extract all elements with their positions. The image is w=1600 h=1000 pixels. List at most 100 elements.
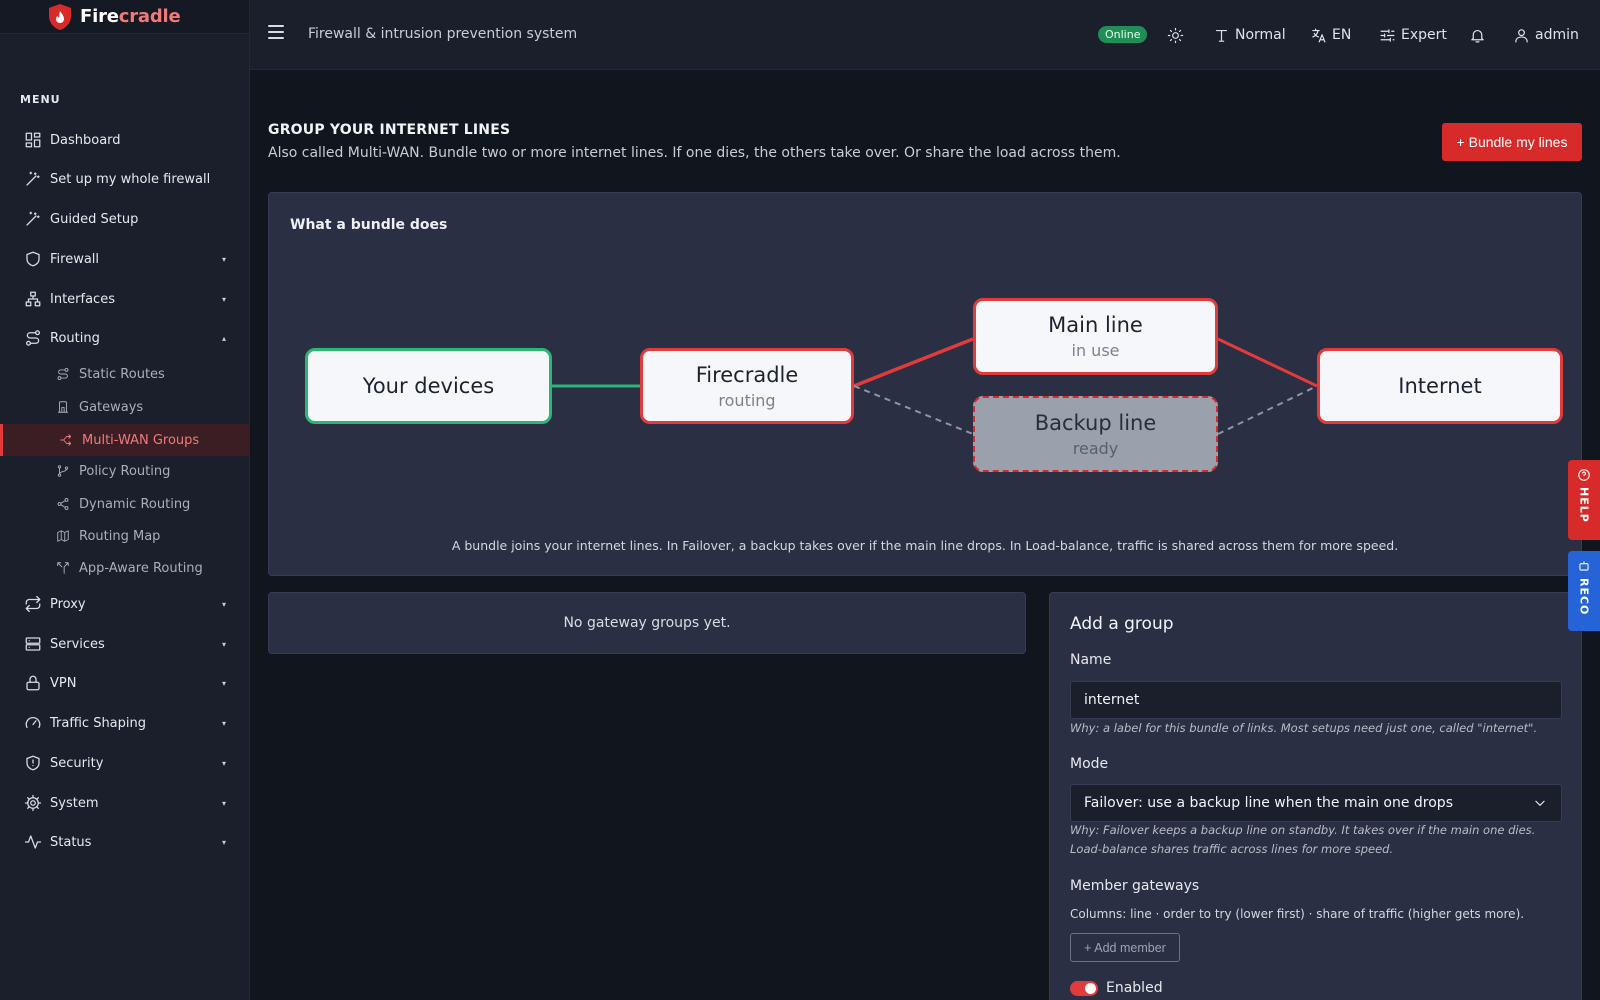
page-subtitle: Also called Multi-WAN. Bundle two or mor… [268, 145, 1121, 161]
mode-select[interactable]: Failover: use a backup line when the mai… [1070, 784, 1562, 822]
status-badge: Online [1098, 26, 1148, 43]
chevron-down-icon: ▾ [221, 758, 226, 768]
sidebar-item-traffic-shaping[interactable]: Traffic Shaping ▾ [0, 705, 250, 741]
sun-icon [1167, 27, 1184, 43]
robot-icon [1579, 561, 1589, 571]
sidebar-item-label: Firewall [50, 251, 100, 267]
dashboard-icon [24, 131, 42, 149]
sidebar-item-label: Proxy [50, 596, 86, 612]
chevron-up-icon: ▴ [221, 333, 226, 343]
sidebar-item-guided-setup[interactable]: Guided Setup [0, 201, 250, 237]
enabled-label: Enabled [1106, 980, 1163, 996]
magic-wand-icon [24, 170, 42, 188]
mode-button[interactable]: Expert [1379, 24, 1447, 46]
mode-select-value: Failover: use a backup line when the mai… [1084, 795, 1453, 811]
sidebar-item-setup-firewall[interactable]: Set up my whole firewall [0, 161, 250, 197]
chevron-down-icon: ▾ [221, 798, 226, 808]
enabled-toggle[interactable] [1070, 981, 1098, 996]
name-input[interactable] [1070, 681, 1562, 719]
sidebar-subitem-policy-routing[interactable]: Policy Routing [0, 456, 250, 486]
sidebar-item-interfaces[interactable]: Interfaces ▾ [0, 281, 250, 317]
bundle-diagram-card: What a bundle does Your devices Firecrad… [268, 192, 1582, 576]
members-label: Member gateways [1070, 878, 1200, 894]
share-icon [56, 497, 70, 511]
sidebar-subitem-static-routes[interactable]: Static Routes [0, 359, 250, 389]
sidebar-subitem-label: Policy Routing [79, 463, 171, 479]
sidebar-item-routing[interactable]: Routing ▴ [0, 320, 250, 356]
sidebar-subitem-label: Gateways [79, 399, 144, 415]
bundle-lines-button[interactable]: + Bundle my lines [1442, 123, 1582, 161]
sidebar-subitem-label: Multi-WAN Groups [82, 432, 200, 448]
brand-part2: cradle [118, 6, 181, 27]
sidebar-item-label: Services [50, 636, 105, 652]
sidebar-subitem-routing-map[interactable]: Routing Map [0, 521, 250, 551]
chevron-down-icon: ▾ [221, 678, 226, 688]
language-button[interactable]: EN [1310, 24, 1351, 46]
node-title: Firecradle [695, 362, 799, 387]
help-side-tab[interactable]: HELP [1568, 460, 1600, 540]
chevron-down-icon: ▾ [221, 837, 226, 847]
sidebar-item-label: Interfaces [50, 291, 115, 307]
sidebar-subitem-app-aware-routing[interactable]: App-Aware Routing [0, 553, 250, 583]
sidebar-subitem-gateways[interactable]: Gateways [0, 392, 250, 422]
reco-side-tab[interactable]: RECO [1568, 551, 1600, 631]
route-icon [24, 329, 42, 347]
sidebar-item-label: Dashboard [50, 132, 121, 148]
sidebar-subitem-label: Routing Map [79, 528, 161, 544]
chevron-down-icon [1535, 800, 1545, 807]
server-icon [24, 635, 42, 653]
toggle-knob [1085, 983, 1096, 994]
help-tab-label: HELP [1577, 487, 1591, 523]
reco-tab-label: RECO [1577, 578, 1591, 616]
sidebar-item-proxy[interactable]: Proxy ▾ [0, 586, 250, 622]
node-subtitle: routing [718, 390, 776, 410]
mode-label: Mode [1070, 756, 1109, 772]
sidebar-item-firewall[interactable]: Firewall ▾ [0, 241, 250, 277]
brand-name: Firecradle [80, 6, 181, 27]
page-title: GROUP YOUR INTERNET LINES [268, 122, 511, 138]
theme-toggle-button[interactable] [1167, 24, 1189, 46]
sidebar-item-label: Traffic Shaping [50, 715, 147, 731]
split-arrows-icon [56, 561, 70, 575]
sidebar-item-label: Guided Setup [50, 211, 139, 227]
node-title: Backup line [1034, 410, 1157, 435]
translate-icon [1312, 28, 1326, 42]
node-firecradle: Firecradle routing [640, 348, 854, 424]
sidebar-item-status[interactable]: Status ▾ [0, 824, 250, 860]
sidebar-subitem-multi-wan-groups[interactable]: Multi-WAN Groups [0, 424, 250, 456]
chevron-down-icon: ▾ [221, 254, 226, 264]
branch-icon [56, 464, 70, 478]
sidebar-subitem-label: App-Aware Routing [79, 560, 203, 576]
sidebar-item-vpn[interactable]: VPN ▾ [0, 665, 250, 701]
chevron-down-icon: ▾ [221, 718, 226, 728]
map-icon [56, 529, 70, 543]
sidebar-item-system[interactable]: System ▾ [0, 785, 250, 821]
notifications-button[interactable] [1469, 24, 1491, 46]
sidebar-item-label: Routing [50, 330, 100, 346]
brand[interactable]: Firecradle [0, 0, 249, 34]
sidebar-item-services[interactable]: Services ▾ [0, 626, 250, 662]
shield-alert-icon [24, 754, 42, 772]
members-columns-hint: Columns: line · order to try (lower firs… [1070, 907, 1525, 921]
hamburger-menu-icon[interactable] [268, 25, 284, 41]
user-icon [1515, 28, 1528, 42]
magic-wand-icon [24, 210, 42, 228]
sidebar-subitem-label: Dynamic Routing [79, 496, 191, 512]
menu-label: MENU [20, 93, 61, 106]
lock-icon [24, 674, 42, 692]
node-title: Internet [1398, 374, 1482, 398]
sidebar-item-security[interactable]: Security ▾ [0, 745, 250, 781]
topbar: Firewall & intrusion prevention system O… [250, 0, 1600, 70]
brand-part1: Fire [80, 6, 119, 27]
text-size-button[interactable]: Normal [1213, 24, 1286, 46]
sidebar-item-dashboard[interactable]: Dashboard [0, 122, 250, 158]
sliders-icon [1380, 28, 1395, 42]
user-menu-button[interactable]: admin [1513, 24, 1579, 46]
sidebar-item-label: System [50, 795, 99, 811]
mode-help: Why: Failover keeps a backup line on sta… [1070, 823, 1536, 856]
node-backup-line: Backup line ready [973, 396, 1218, 472]
sidebar-subitem-dynamic-routing[interactable]: Dynamic Routing [0, 489, 250, 519]
node-title: Your devices [362, 374, 495, 398]
add-member-button[interactable]: + Add member [1070, 933, 1180, 962]
chevron-down-icon: ▾ [221, 294, 226, 304]
